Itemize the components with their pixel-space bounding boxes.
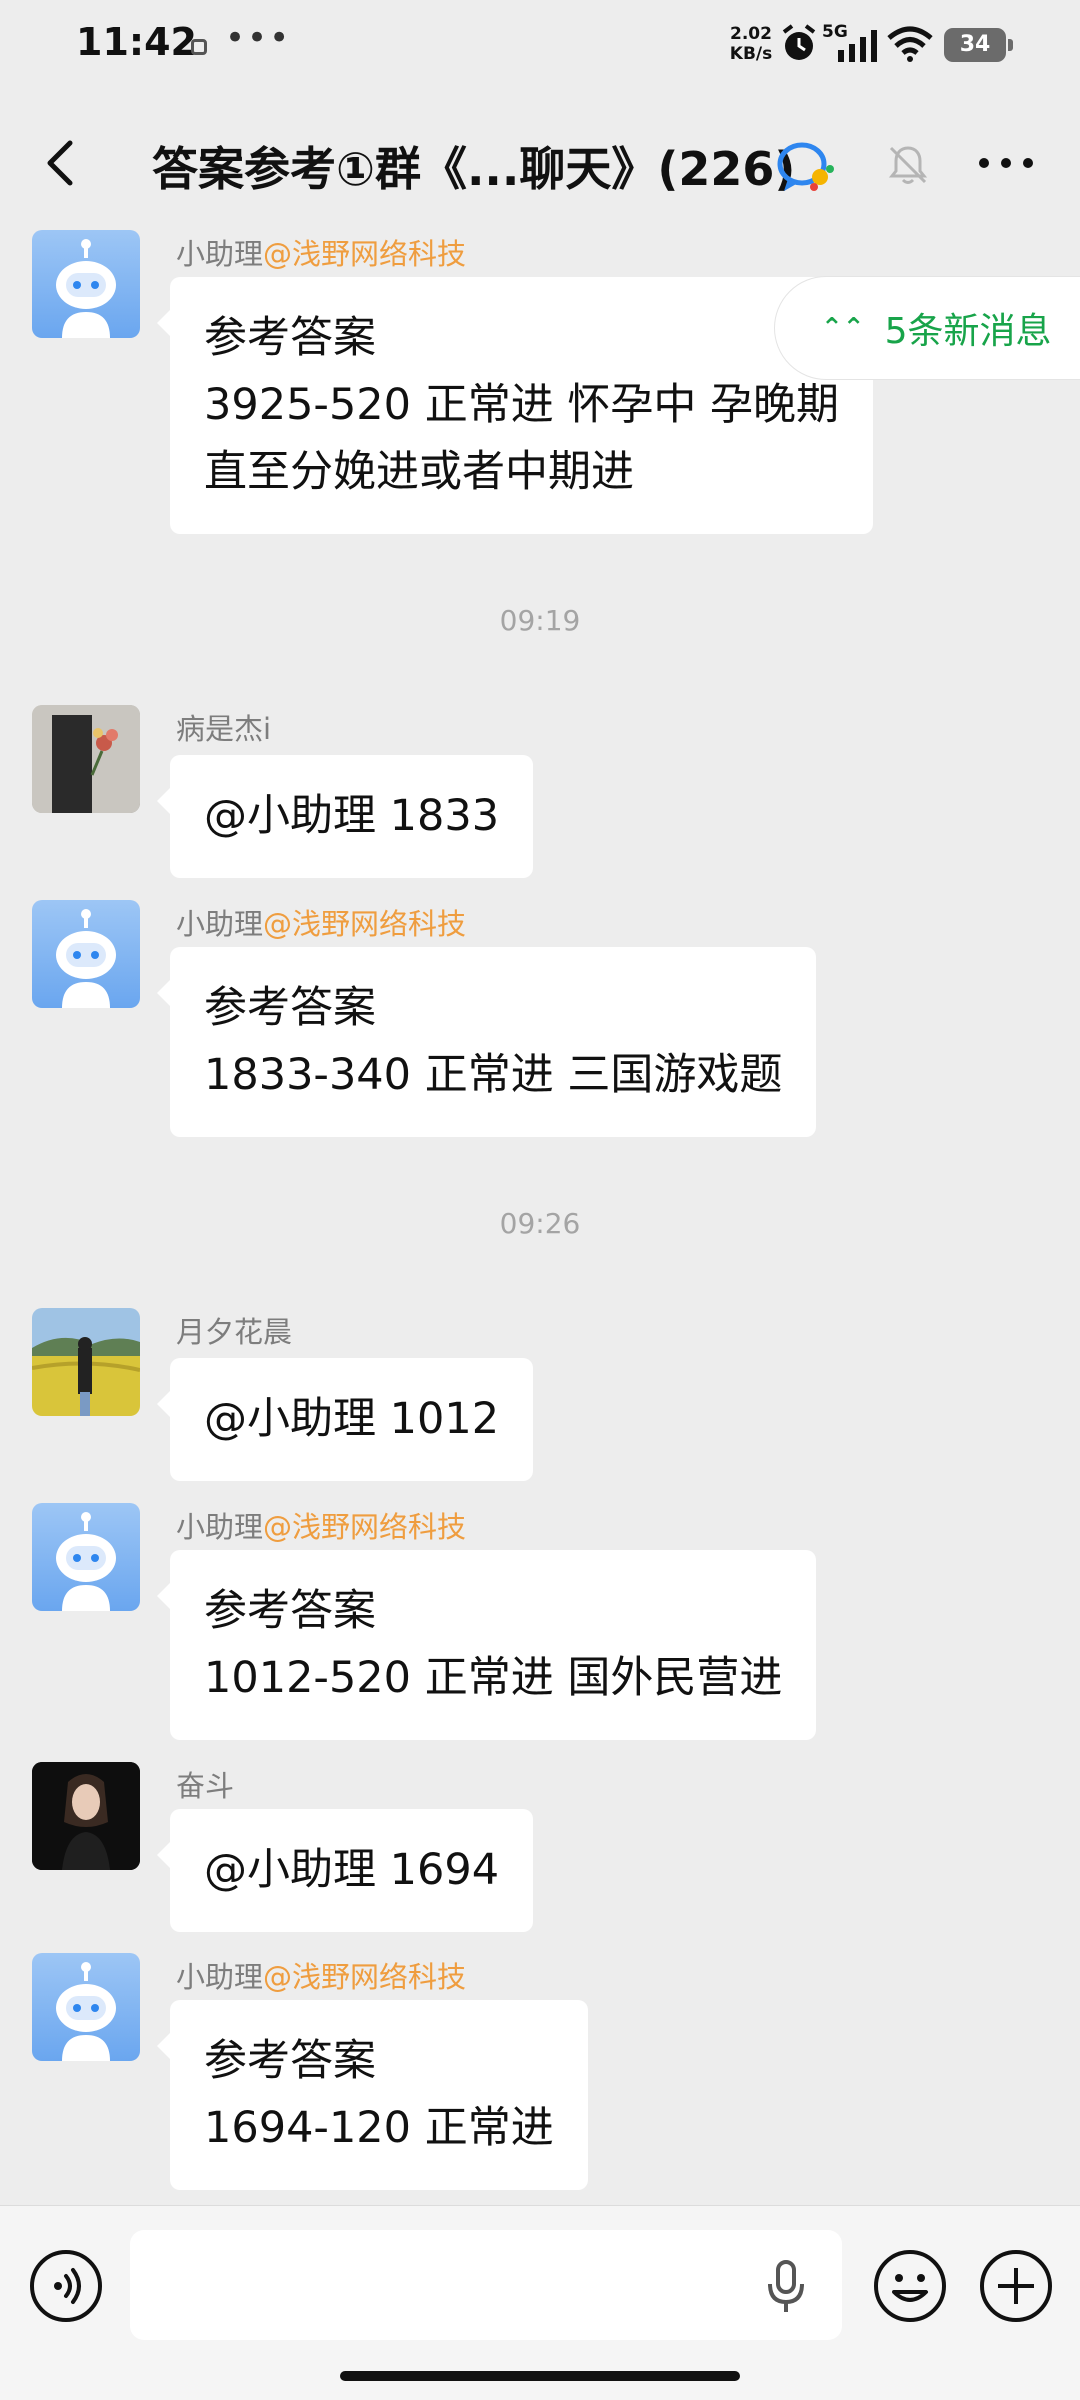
network-speed-unit: KB/s (729, 44, 773, 64)
new-messages-button[interactable]: ⌃⌃ 5条新消息 (774, 276, 1080, 380)
battery-icon: 34 (944, 28, 1013, 62)
alarm-icon (780, 24, 818, 68)
user-photo-icon (32, 705, 140, 813)
more-menu-button[interactable] (972, 143, 1040, 183)
message-line: @小助理 1012 (204, 1394, 500, 1444)
emoji-icon (874, 2250, 946, 2322)
sender-name: 月夕花晨 (176, 1315, 293, 1349)
chat-title: 答案参考①群《...聊天》(226) (152, 142, 796, 196)
chat-screen: 11:42 ••• 2.02 KB/s 5G 34 答案参考①群《...聊天》(… (0, 0, 1080, 2400)
robot-avatar-icon (56, 1962, 116, 2061)
new-messages-label: 5条新消息 (884, 311, 1052, 352)
plus-button[interactable] (978, 2248, 1054, 2324)
message-bubble[interactable]: 参考答案 1012-520 正常进 国外民营进 (156, 1550, 817, 1740)
sender-name: 小助理@浅野网络科技 (176, 1504, 466, 1546)
message-line: 1694-120 正常进 (204, 2103, 554, 2153)
signal-icon (836, 28, 880, 66)
more-notifications-icon: ••• (225, 18, 292, 58)
sender-org: @浅野网络科技 (263, 1510, 467, 1544)
back-icon (47, 140, 73, 186)
sender-name: 奋斗 (176, 1769, 235, 1803)
message-line: 参考答案 (204, 2036, 376, 2086)
message-bubble[interactable]: @小助理 1012 (156, 1358, 534, 1481)
message-line: 参考答案 (204, 983, 376, 1033)
avatar[interactable] (32, 900, 140, 1008)
network-speed-value: 2.02 (730, 24, 772, 44)
group-badge-icon[interactable] (776, 139, 836, 199)
avatar[interactable] (32, 1953, 140, 2061)
status-time: 11:42 (76, 20, 197, 64)
sender-name: 小助理@浅野网络科技 (176, 231, 466, 273)
message-bubble[interactable]: 参考答案 1833-340 正常进 三国游戏题 (156, 947, 817, 1137)
status-bar: 11:42 ••• 2.02 KB/s 5G 34 (0, 0, 1080, 95)
timestamp: 09:19 (499, 604, 581, 637)
voice-icon (30, 2250, 102, 2322)
robot-avatar-icon (56, 909, 116, 1008)
sender-org: @浅野网络科技 (263, 1960, 467, 1994)
message-line: 参考答案 (204, 313, 376, 363)
plus-icon (980, 2250, 1052, 2322)
message-line: 1833-340 正常进 三国游戏题 (204, 1050, 783, 1100)
emoji-button[interactable] (872, 2248, 948, 2324)
double-chevron-up-icon: ⌃⌃ (821, 313, 865, 343)
message-bubble[interactable]: @小助理 1833 (156, 755, 534, 878)
back-button[interactable] (34, 135, 90, 191)
message-line: 参考答案 (204, 1586, 376, 1636)
message-line: @小助理 1833 (204, 791, 500, 841)
chat-header: 答案参考①群《...聊天》(226) (0, 95, 1080, 235)
message-bubble[interactable]: @小助理 1694 (156, 1809, 534, 1932)
notification-icon (191, 39, 207, 55)
avatar[interactable] (32, 230, 140, 338)
message-input[interactable] (130, 2230, 842, 2340)
timestamp: 09:26 (499, 1207, 581, 1240)
mute-bell-icon (886, 143, 930, 191)
message-line: @小助理 1694 (204, 1845, 500, 1895)
message-line: 1012-520 正常进 国外民营进 (204, 1653, 783, 1703)
voice-button[interactable] (28, 2248, 104, 2324)
robot-avatar-icon (56, 1512, 116, 1611)
home-indicator[interactable] (340, 2371, 740, 2381)
sender-name: 小助理@浅野网络科技 (176, 901, 466, 943)
mic-icon[interactable] (766, 2258, 806, 2318)
sender-nickname: 小助理 (176, 237, 264, 271)
sender-name: 病是杰i (176, 712, 272, 746)
user-photo-icon (32, 1762, 140, 1870)
network-speed: 2.02 KB/s (726, 24, 776, 64)
more-icon (979, 158, 1033, 168)
avatar[interactable] (32, 1308, 140, 1416)
message-bubble[interactable]: 参考答案 1694-120 正常进 (157, 2000, 588, 2190)
sender-name: 小助理@浅野网络科技 (176, 1954, 466, 1996)
sender-org: @浅野网络科技 (263, 237, 467, 271)
avatar[interactable] (32, 1503, 140, 1611)
message-line: 3925-520 正常进 怀孕中 孕晚期 (204, 380, 840, 430)
robot-avatar-icon (56, 239, 116, 338)
user-photo-icon (32, 1308, 140, 1416)
avatar[interactable] (32, 1762, 140, 1870)
message-line: 直至分娩进或者中期进 (204, 447, 634, 497)
wifi-icon (887, 26, 933, 66)
sender-nickname: 小助理 (176, 1960, 264, 1994)
message-bubble[interactable]: 参考答案 3925-520 正常进 怀孕中 孕晚期 直至分娩进或者中期进 (156, 277, 874, 534)
sender-nickname: 小助理 (176, 907, 264, 941)
avatar[interactable] (32, 705, 140, 813)
sender-nickname: 小助理 (176, 1510, 264, 1544)
input-bar (0, 2205, 1080, 2400)
sender-org: @浅野网络科技 (263, 907, 467, 941)
